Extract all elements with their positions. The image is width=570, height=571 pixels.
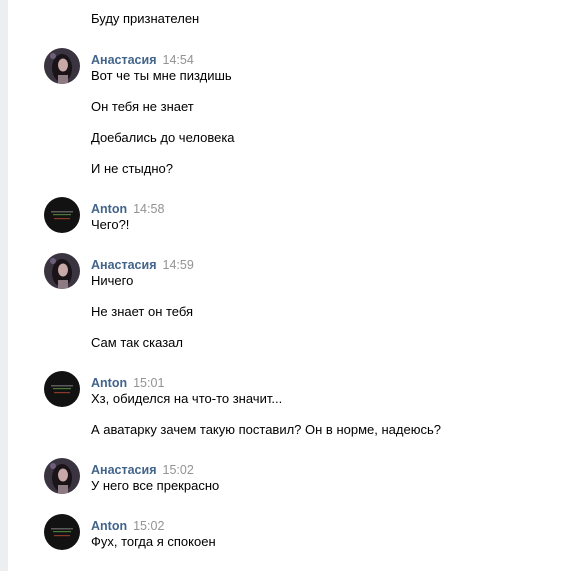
author-name[interactable]: Анастасия <box>91 463 157 477</box>
author-name[interactable]: Anton <box>91 376 127 390</box>
woman-photo-icon <box>44 48 80 84</box>
message-text: А аватарку зачем такую поставил? Он в но… <box>91 422 441 437</box>
message-header: Анастасия 15:02 <box>91 462 194 478</box>
message-header: Анастасия 14:54 <box>91 52 194 68</box>
message-history: Буду признателен Анастасия 14:54 Вот че т… <box>8 0 570 571</box>
dark-logo-icon <box>44 197 80 233</box>
message-text: Не знает он тебя <box>91 304 194 319</box>
message-text: И не стыдно? <box>91 161 173 176</box>
author-name[interactable]: Anton <box>91 519 127 533</box>
message-time[interactable]: 15:02 <box>133 519 164 533</box>
message-text: У него все прекрасно <box>91 478 220 493</box>
message-time[interactable]: 15:02 <box>163 463 194 477</box>
message-header: Анастасия 14:59 <box>91 257 194 273</box>
message-text: Фух, тогда я спокоен <box>91 534 216 549</box>
author-name[interactable]: Anton <box>91 202 127 216</box>
woman-photo-icon <box>44 253 80 289</box>
dark-logo-icon <box>44 371 80 407</box>
author-name[interactable]: Анастасия <box>91 258 157 272</box>
avatar-woman[interactable] <box>44 458 80 494</box>
avatar-anton[interactable] <box>44 371 80 407</box>
author-name[interactable]: Анастасия <box>91 53 157 67</box>
dark-logo-icon <box>44 514 80 550</box>
message-text: Чего?! <box>91 217 130 232</box>
message-text: Сам так сказал <box>91 335 183 350</box>
message-time[interactable]: 14:59 <box>163 258 194 272</box>
message-text: Буду признателен <box>91 11 200 26</box>
message-text: Доебались до человека <box>91 130 235 145</box>
woman-photo-icon <box>44 458 80 494</box>
message-text: Он тебя не знает <box>91 99 194 114</box>
message-text: Вот че ты мне пиздишь <box>91 68 232 83</box>
avatar-woman[interactable] <box>44 48 80 84</box>
message-header: Anton 15:01 <box>91 375 164 391</box>
message-header: Anton 14:58 <box>91 201 164 217</box>
message-header: Anton 15:02 <box>91 518 164 534</box>
message-time[interactable]: 15:01 <box>133 376 164 390</box>
avatar-anton[interactable] <box>44 514 80 550</box>
avatar-anton[interactable] <box>44 197 80 233</box>
message-time[interactable]: 14:54 <box>163 53 194 67</box>
avatar-woman[interactable] <box>44 253 80 289</box>
message-text: Хз, обиделся на что-то значит... <box>91 391 283 406</box>
message-time[interactable]: 14:58 <box>133 202 164 216</box>
message-text: Ничего <box>91 273 134 288</box>
